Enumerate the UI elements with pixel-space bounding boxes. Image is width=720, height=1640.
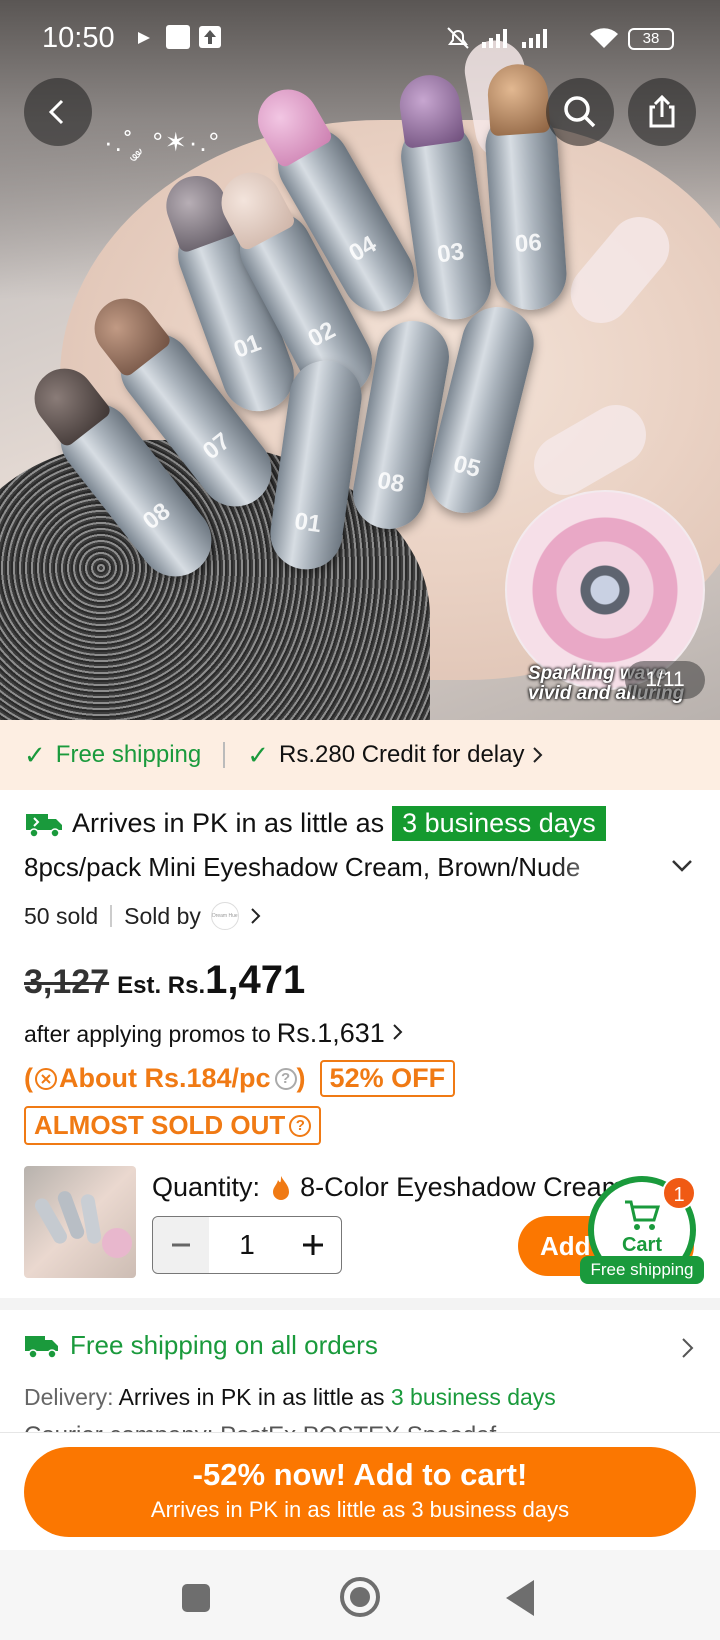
eye-closeup-inset (505, 490, 705, 690)
price-row: 3,127 Est. Rs. 1,471 (24, 958, 305, 1003)
share-icon (649, 94, 675, 128)
help-icon[interactable]: ? (274, 1067, 297, 1090)
back-nav-button[interactable] (506, 1580, 534, 1616)
plus-icon (303, 1235, 323, 1255)
quantity-stepper[interactable]: 1 (152, 1216, 342, 1274)
help-icon: ? (289, 1114, 312, 1137)
chevron-down-icon[interactable] (670, 858, 694, 874)
recents-button[interactable] (182, 1584, 210, 1612)
promo-price: Rs.1,631 (276, 1018, 385, 1048)
upload-icon (199, 26, 221, 48)
per-piece-row: ( About Rs.184/pc ? ) 52% OFF (24, 1060, 456, 1097)
variant-name: 8-Color Eyeshadow Cream (300, 1172, 625, 1202)
notification-square-icon (166, 25, 190, 49)
almost-sold-out-badge[interactable]: ALMOST SOLD OUT ? (24, 1106, 322, 1145)
play-icon (138, 32, 150, 44)
delivery-truck-icon (26, 813, 62, 838)
share-button[interactable] (628, 78, 696, 146)
sold-count: 50 sold (24, 902, 99, 929)
current-price: 1,471 (205, 958, 306, 1002)
delay-credit-label: Rs.280 Credit for delay (279, 741, 525, 768)
delivery-text: Arrives in PK in as little as (118, 1384, 385, 1410)
section-divider (0, 1298, 720, 1310)
chevron-left-icon (48, 99, 64, 125)
search-button[interactable] (546, 78, 614, 146)
cta-title: -52% now! Add to cart! (192, 1457, 528, 1492)
original-price: 3,127 (24, 963, 110, 1001)
search-icon (564, 96, 596, 128)
checkmark-icon: ✓ (247, 739, 270, 770)
sparkle-decoration: ·.˚ ༘ °✶·.° (104, 127, 221, 157)
signal-icon (482, 29, 507, 48)
chevron-right-icon (533, 747, 543, 763)
quantity-value[interactable]: 1 (209, 1229, 285, 1261)
sales-seller-row[interactable]: 50 sold Sold by Dream Hue (24, 902, 263, 930)
add-to-cart-cta[interactable]: -52% now! Add to cart! Arrives in PK in … (24, 1447, 696, 1537)
home-button[interactable] (340, 1577, 380, 1617)
delivery-info: Delivery: Arrives in PK in as little as … (24, 1384, 556, 1411)
divider (223, 742, 226, 768)
arrival-banner: Arrives in PK in as little as 3 business… (24, 806, 606, 841)
checkmark-icon: ✓ (24, 739, 46, 770)
divider (110, 905, 113, 927)
promo-text: after applying promos to (24, 1021, 271, 1047)
cart-free-shipping-tag: Free shipping (580, 1256, 704, 1284)
free-shipping-label: Free shipping (55, 741, 202, 768)
benefits-strip[interactable]: ✓ Free shipping ✓ Rs.280 Credit for dela… (0, 720, 720, 790)
battery-indicator: 38 (628, 28, 674, 50)
chevron-right-icon (393, 1024, 403, 1040)
status-time: 10:50 (42, 22, 115, 54)
seller-logo[interactable]: Dream Hue (210, 902, 239, 930)
signal-icon (522, 29, 547, 48)
per-piece-price: About Rs.184/pc (59, 1063, 271, 1093)
delivery-truck-icon (25, 1335, 58, 1359)
chevron-right-icon[interactable] (680, 1336, 696, 1360)
delivery-label: Delivery: (24, 1384, 114, 1410)
paren-close: ) (296, 1063, 306, 1093)
chevron-right-icon (251, 908, 261, 924)
back-button[interactable] (24, 78, 92, 146)
variant-thumbnail[interactable] (24, 1166, 136, 1278)
mute-bell-icon (447, 27, 469, 49)
cart-count-badge: 1 (662, 1176, 696, 1210)
quantity-row: Quantity: 8-Color Eyeshadow Cream (152, 1172, 624, 1203)
sold-by-label: Sold by (124, 902, 201, 929)
paren-open: ( (24, 1063, 33, 1093)
discount-badge: 52% OFF (319, 1060, 456, 1097)
decrement-button[interactable] (153, 1217, 209, 1273)
coupon-icon (35, 1067, 57, 1090)
quantity-label: Quantity: (152, 1172, 261, 1202)
est-label: Est. Rs. (117, 972, 206, 999)
delivery-highlight: 3 business days (390, 1384, 556, 1410)
system-navigation-bar (0, 1550, 720, 1640)
cta-subtitle: Arrives in PK in as little as 3 business… (150, 1497, 570, 1522)
almost-sold-out-label: ALMOST SOLD OUT (34, 1110, 286, 1140)
eyeshadow-tube: 06 (483, 62, 569, 313)
wifi-icon (590, 28, 618, 48)
arrival-text: Arrives in PK in as little as (72, 808, 385, 838)
fire-icon (273, 1175, 290, 1200)
cart-label: Cart (621, 1234, 662, 1256)
bottom-action-bar: -52% now! Add to cart! Arrives in PK in … (0, 1432, 720, 1550)
shipping-row[interactable]: Free shipping on all orders (24, 1330, 378, 1361)
increment-button[interactable] (285, 1217, 341, 1273)
minus-icon (172, 1243, 190, 1247)
status-bar: 10:50 38 (0, 0, 720, 78)
cart-icon (625, 1200, 661, 1230)
free-shipping-title: Free shipping on all orders (70, 1330, 378, 1360)
image-counter: 1/11 (625, 661, 705, 699)
arrival-highlight: 3 business days (392, 806, 606, 841)
product-title[interactable]: 8pcs/pack Mini Eyeshadow Cream, Brown/Nu… (24, 852, 624, 883)
promo-row[interactable]: after applying promos to Rs.1,631 (24, 1018, 405, 1049)
